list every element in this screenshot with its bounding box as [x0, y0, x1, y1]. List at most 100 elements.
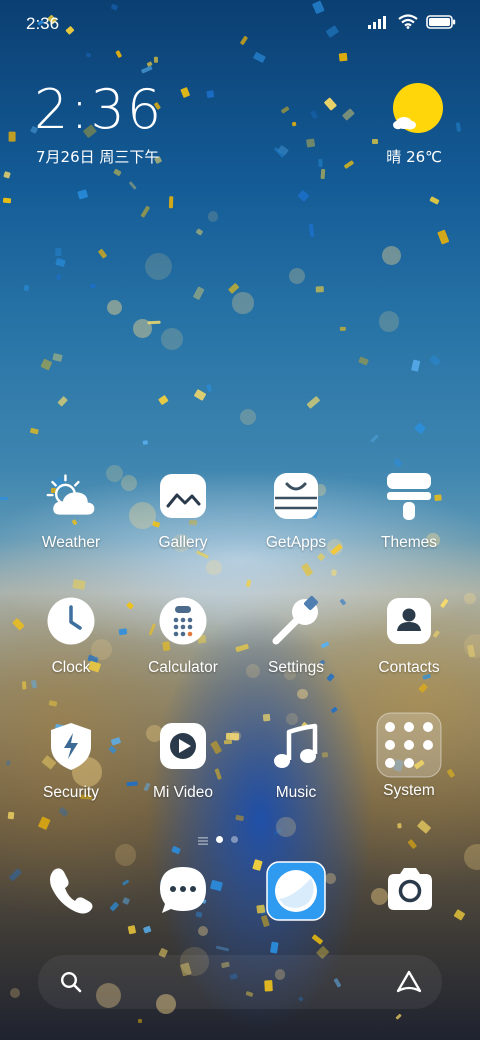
confetti-piece [55, 274, 62, 281]
app-contacts[interactable]: Contacts [354, 595, 464, 677]
app-label: Security [43, 784, 99, 801]
confetti-piece [3, 171, 12, 180]
confetti-piece [397, 823, 402, 830]
confetti-piece [315, 286, 324, 293]
partly-sunny-icon[interactable] [392, 83, 444, 135]
confetti-piece [72, 579, 87, 591]
status-bar-icons [368, 14, 456, 33]
home-clock-widget[interactable]: 2:36 [34, 78, 163, 141]
search-icon[interactable] [60, 971, 82, 997]
app-music[interactable]: Music [241, 720, 351, 802]
confetti-piece [251, 858, 263, 871]
confetti-piece [148, 320, 162, 325]
bokeh-light [378, 311, 400, 332]
confetti-piece [98, 248, 108, 259]
app-clock[interactable]: Clock [16, 595, 126, 677]
confetti-piece [416, 819, 432, 835]
confetti-piece [122, 896, 131, 905]
confetti-piece [371, 139, 378, 145]
bokeh-light [132, 319, 152, 338]
music-icon [270, 720, 322, 772]
confetti-piece [316, 553, 326, 562]
confetti-piece [393, 457, 404, 468]
app-label: Weather [41, 534, 101, 551]
confetti-piece [140, 65, 153, 74]
wifi-icon [398, 14, 418, 33]
confetti-piece [113, 168, 122, 176]
confetti-piece [3, 197, 12, 204]
confetti-piece [146, 60, 154, 67]
page-indicator[interactable] [198, 830, 238, 849]
confetti-piece [429, 195, 441, 205]
clock-icon [45, 595, 97, 647]
bokeh-light [296, 688, 308, 700]
confetti-piece [239, 35, 249, 46]
app-label: System [383, 782, 435, 799]
confetti-piece [210, 879, 224, 891]
dock-camera[interactable] [384, 866, 436, 918]
confetti-piece [280, 105, 290, 114]
app-label: Music [275, 784, 317, 801]
battery-icon [426, 14, 456, 33]
confetti-piece [110, 3, 119, 11]
confetti-piece [193, 286, 205, 301]
confetti-piece [273, 147, 285, 159]
app-gallery[interactable]: Gallery [128, 470, 238, 552]
weather-info: 晴 26℃ [386, 148, 442, 166]
confetti-piece [407, 839, 418, 850]
dock-browser[interactable] [266, 861, 326, 923]
confetti-piece [453, 909, 466, 921]
calculator-icon [157, 595, 209, 647]
dock-messages[interactable] [157, 866, 209, 918]
bokeh-light [240, 409, 257, 426]
confetti-piece [330, 569, 337, 576]
confetti-piece [48, 700, 59, 707]
confetti-piece [369, 434, 379, 444]
confetti-piece [193, 389, 207, 402]
app-mi-video[interactable]: Mi Video [128, 720, 238, 802]
confetti-piece [85, 52, 92, 58]
app-settings[interactable]: Settings [241, 595, 351, 677]
confetti-piece [171, 845, 181, 855]
confetti-piece [325, 25, 339, 39]
confetti-piece [215, 945, 230, 952]
confetti-piece [9, 868, 23, 882]
confetti-piece [429, 354, 442, 367]
confetti-piece [89, 283, 96, 288]
confetti-piece [128, 181, 138, 191]
assistant-icon[interactable] [396, 970, 422, 998]
bokeh-light [206, 559, 222, 576]
app-weather[interactable]: Weather [16, 470, 126, 552]
app-label: Mi Video [152, 784, 214, 801]
bokeh-light [325, 873, 336, 885]
confetti-piece [235, 815, 245, 822]
confetti-piece [114, 50, 122, 59]
search-bar[interactable] [38, 955, 442, 1009]
app-security[interactable]: Security [16, 720, 126, 802]
confetti-piece [142, 925, 152, 934]
bokeh-light [463, 844, 480, 871]
confetti-piece [338, 52, 348, 62]
dock-phone[interactable] [44, 866, 96, 918]
confetti-piece [414, 422, 427, 435]
app-calculator[interactable]: Calculator [128, 595, 238, 677]
app-label: Settings [267, 659, 324, 676]
confetti-piece [7, 811, 14, 820]
confetti-piece [306, 138, 315, 147]
bokeh-light [114, 844, 137, 866]
app-getapps[interactable]: GetApps [241, 470, 351, 552]
bokeh-light [464, 592, 476, 605]
confetti-piece [310, 110, 319, 120]
messages-icon [157, 864, 209, 920]
confetti-piece [273, 828, 282, 836]
confetti-piece [38, 816, 51, 831]
contacts-icon [383, 595, 435, 647]
confetti-piece [58, 806, 69, 818]
app-system-folder[interactable]: System [354, 712, 464, 800]
confetti-piece [308, 223, 315, 237]
app-label: GetApps [265, 534, 327, 551]
confetti-piece [455, 122, 461, 133]
home-screen: 2:36 2:36 7月26日 周三下午 晴 26℃ Weather Galle… [0, 0, 480, 1040]
bokeh-light [144, 252, 173, 281]
app-themes[interactable]: Themes [354, 470, 464, 552]
